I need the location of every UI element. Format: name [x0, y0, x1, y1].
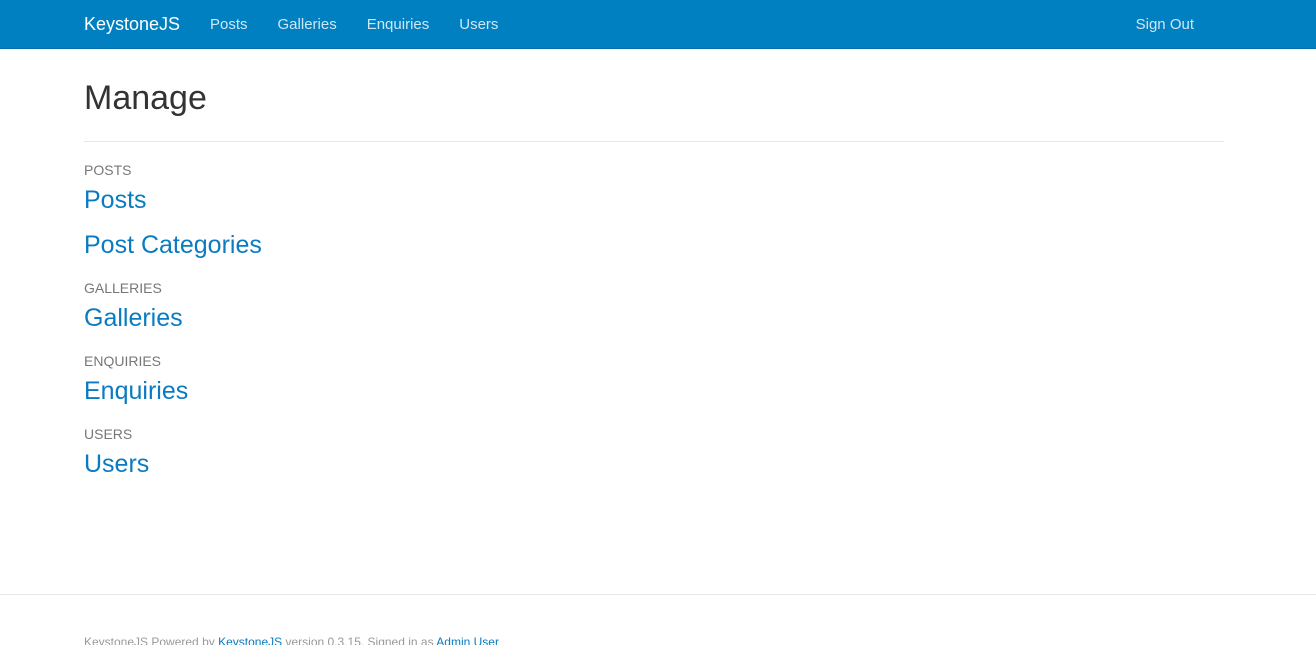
nav-link-users[interactable]: Users [459, 16, 498, 33]
nav-link-galleries[interactable]: Galleries [278, 16, 337, 33]
section-users: USERS Users [84, 426, 1224, 479]
sign-out-link[interactable]: Sign Out [1136, 16, 1194, 33]
footer-keystone-link[interactable]: KeystoneJS [218, 635, 282, 645]
title-divider [84, 141, 1224, 142]
footer: KeystoneJS Powered by KeystoneJS version… [0, 594, 1316, 645]
footer-version: version 0.3.15. Signed in as [285, 635, 434, 645]
section-heading-enquiries: ENQUIRIES [84, 353, 162, 369]
footer-prefix: KeystoneJS Powered by [84, 635, 215, 645]
nav-link-enquiries[interactable]: Enquiries [367, 16, 430, 33]
page-title: Manage [84, 79, 207, 117]
list-link-users[interactable]: Users [84, 450, 1224, 479]
list-link-posts[interactable]: Posts [84, 186, 1224, 215]
section-heading-users: USERS [84, 426, 133, 442]
main-content: Manage POSTS Posts Post Categories GALLE… [84, 49, 1224, 479]
nav-links: Posts Galleries Enquiries Users [210, 16, 528, 33]
footer-user-link[interactable]: Admin User [436, 635, 499, 645]
list-link-enquiries[interactable]: Enquiries [84, 377, 1224, 406]
nav-link-posts[interactable]: Posts [210, 16, 248, 33]
brand-link[interactable]: KeystoneJS [84, 14, 180, 34]
section-galleries: GALLERIES Galleries [84, 280, 1224, 333]
section-enquiries: ENQUIRIES Enquiries [84, 353, 1224, 406]
section-posts: POSTS Posts Post Categories [84, 162, 1224, 260]
section-heading-galleries: GALLERIES [84, 280, 162, 296]
section-heading-posts: POSTS [84, 162, 132, 178]
list-link-post-categories[interactable]: Post Categories [84, 231, 1224, 260]
top-navbar: KeystoneJS Posts Galleries Enquiries Use… [0, 0, 1316, 49]
footer-text: KeystoneJS Powered by KeystoneJS version… [84, 635, 499, 645]
list-link-galleries[interactable]: Galleries [84, 304, 1224, 333]
